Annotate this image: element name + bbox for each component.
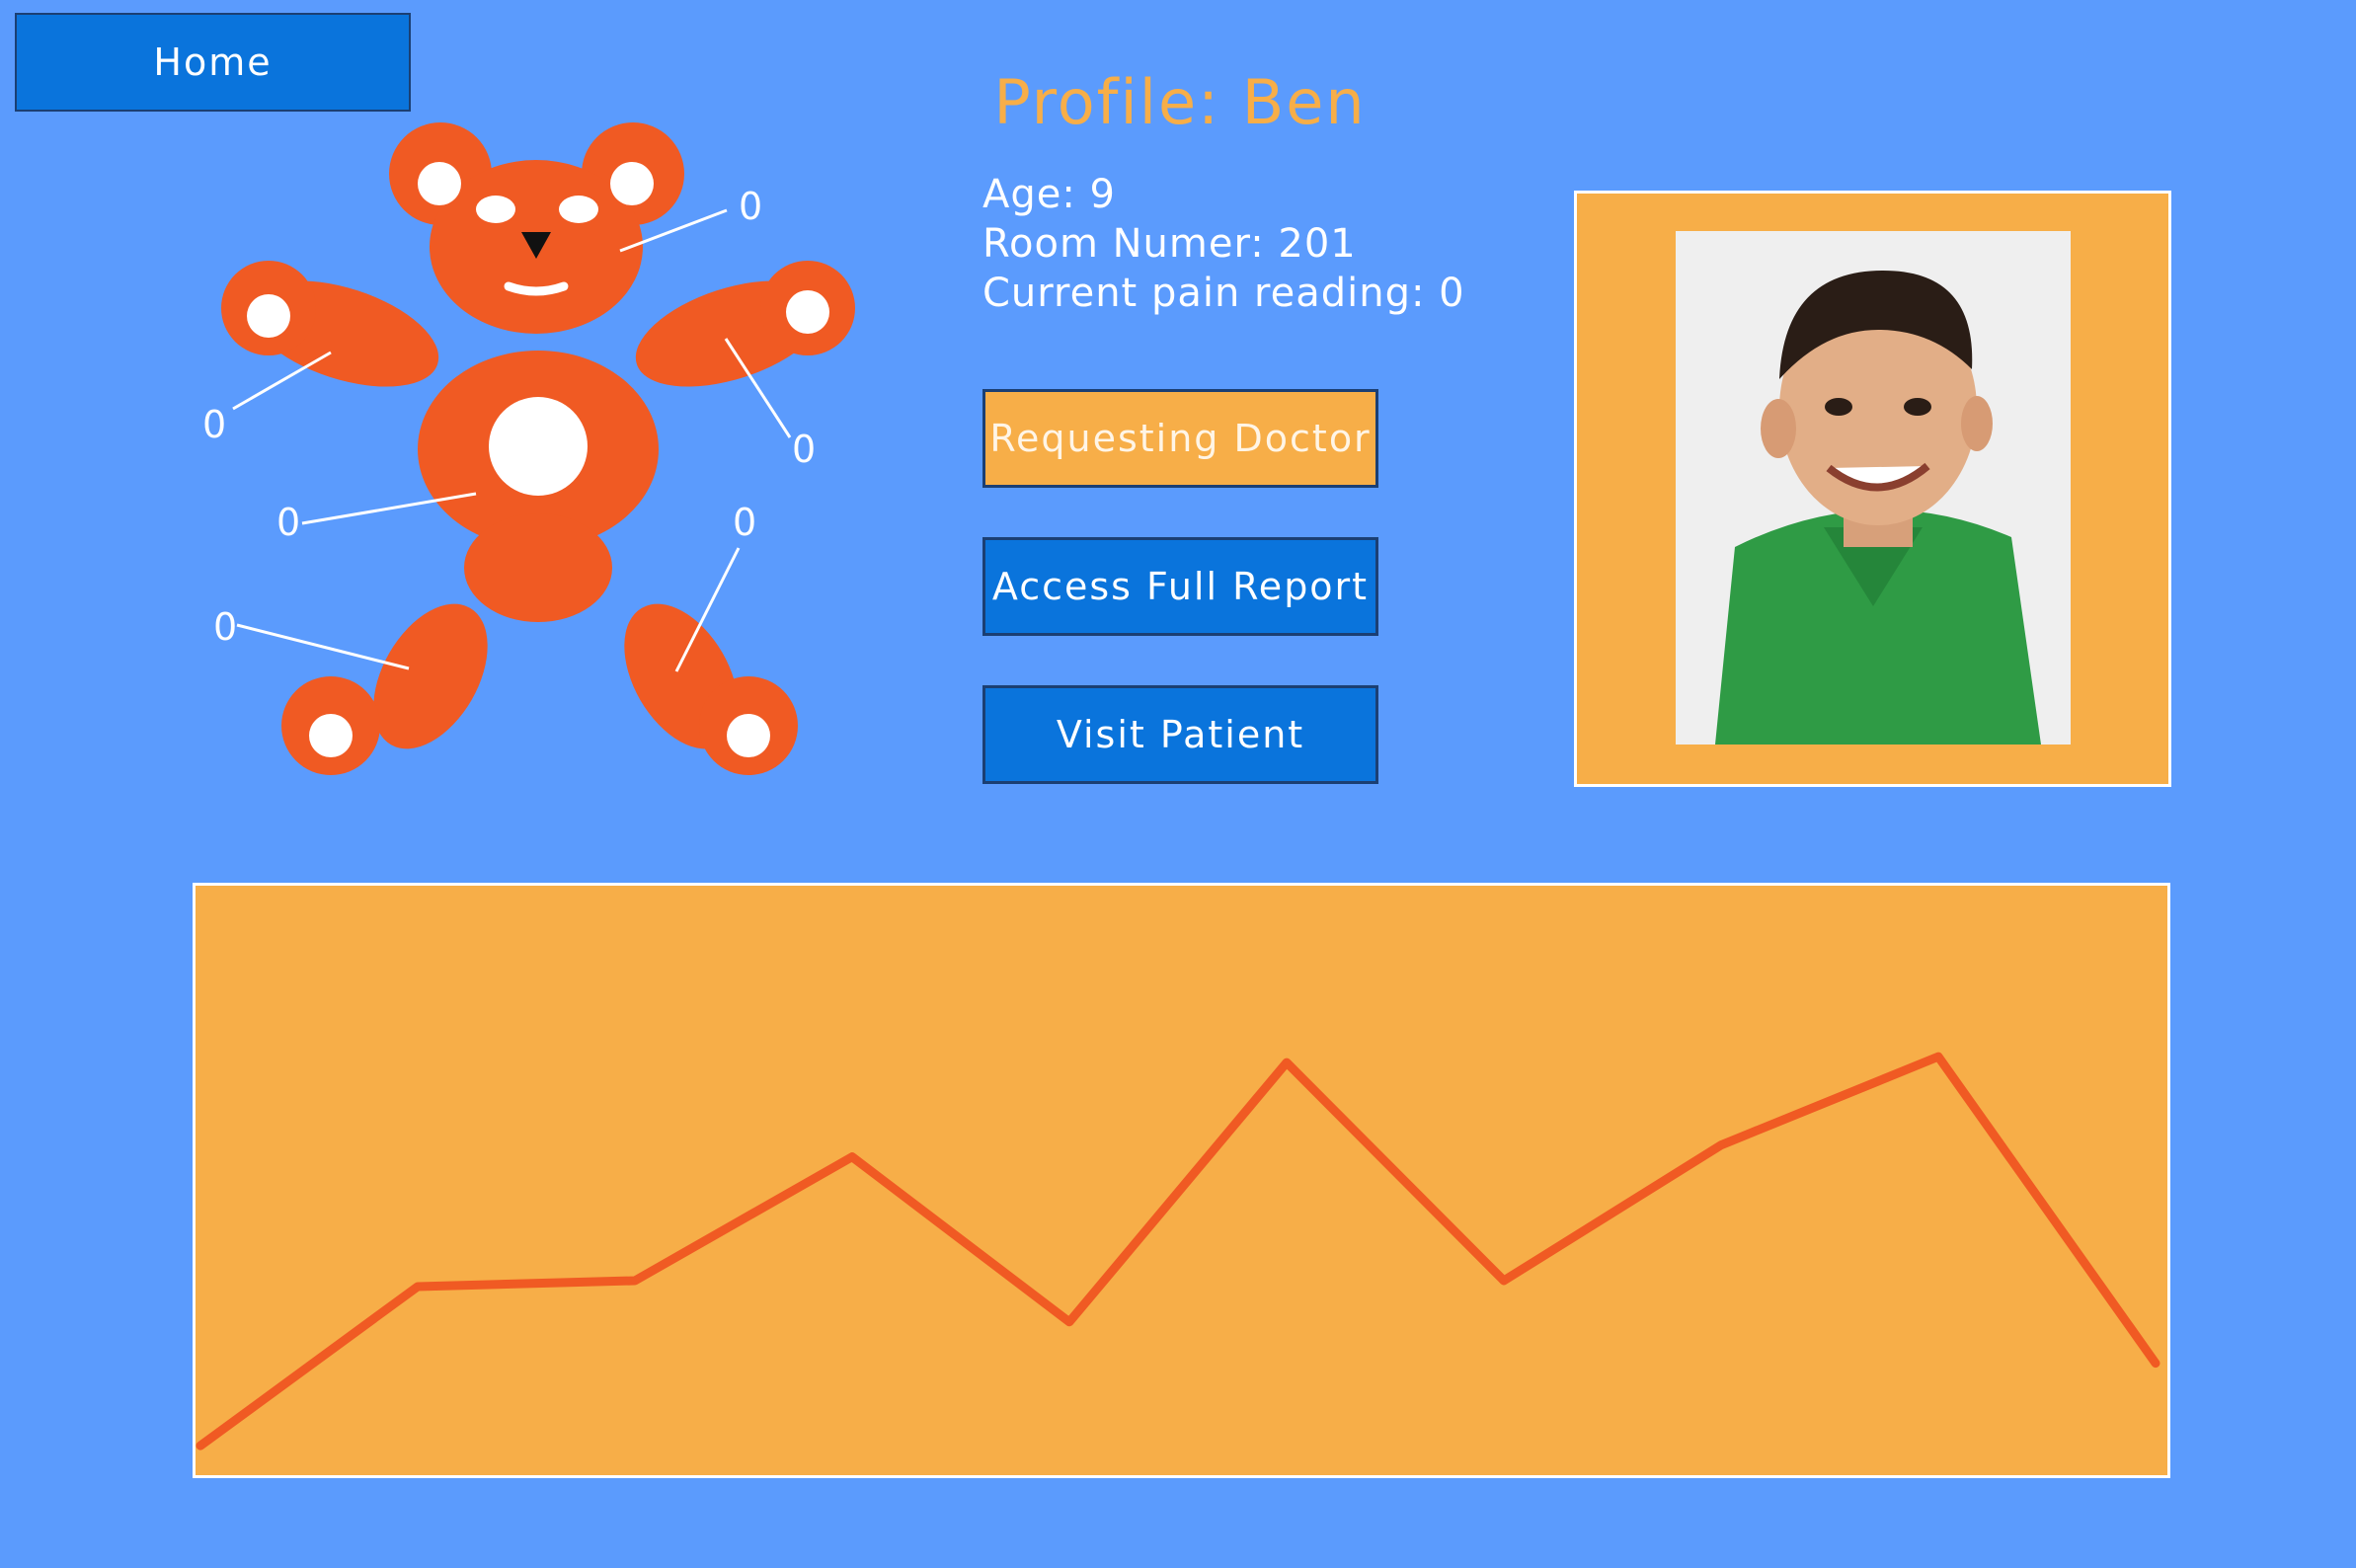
pain-reading-left-arm: 0 <box>202 403 226 446</box>
pain-data-point-0 <box>196 1442 204 1450</box>
requesting-doctor-button[interactable]: Requesting Doctor <box>982 389 1378 488</box>
pain-reading-right-arm: 0 <box>792 428 816 471</box>
pain-data-point-2 <box>631 1276 639 1285</box>
pain-data-point-4 <box>1065 1317 1073 1326</box>
pain-series-line <box>196 1052 2160 1450</box>
age-text: Age: 9 <box>982 172 1117 217</box>
patient-photo-frame <box>1574 191 2171 787</box>
pain-data-point-9 <box>2152 1359 2160 1368</box>
teddy-bear-icon: 0 0 0 0 0 0 <box>202 122 855 775</box>
pain-history-line-chart <box>196 1052 2160 1450</box>
pain-history-chart <box>193 883 2170 1478</box>
room-number-text: Room Numer: 201 <box>982 221 1357 267</box>
pain-reading-left-leg: 0 <box>213 605 237 649</box>
current-pain-text: Current pain reading: 0 <box>982 271 1465 316</box>
pain-data-point-6 <box>1500 1276 1508 1285</box>
pain-reading-right-leg-upper: 0 <box>733 501 756 544</box>
pain-data-point-1 <box>414 1282 422 1291</box>
access-full-report-button[interactable]: Access Full Report <box>982 537 1378 636</box>
pain-data-point-5 <box>1283 1058 1291 1067</box>
pain-reading-head: 0 <box>739 185 762 228</box>
pain-data-point-8 <box>1934 1053 1942 1061</box>
patient-photo <box>1676 231 2071 745</box>
pain-reading-torso: 0 <box>276 501 300 544</box>
visit-patient-button[interactable]: Visit Patient <box>982 685 1378 784</box>
pain-data-point-3 <box>848 1152 856 1161</box>
pain-data-point-7 <box>1717 1140 1725 1149</box>
patient-info: Age: 9 Room Numer: 201 Current pain read… <box>982 170 1465 318</box>
